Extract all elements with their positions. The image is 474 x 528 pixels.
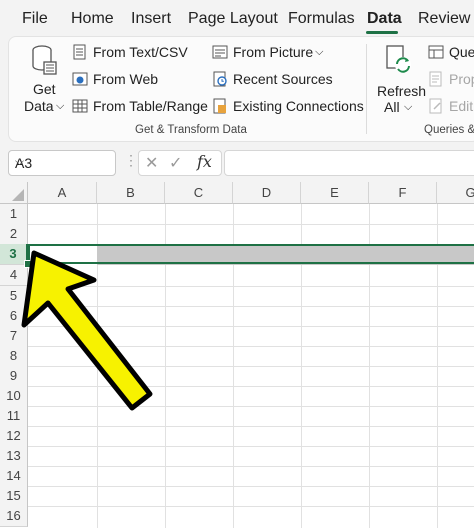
get-transform-group-label: Get & Transform Data: [135, 124, 247, 136]
column-header-e[interactable]: E: [301, 182, 369, 204]
existing-connections-label: Existing Connections: [233, 98, 364, 114]
get-data-label-2: Data: [24, 98, 54, 114]
picture-icon: [212, 45, 228, 59]
row-header-16[interactable]: 16: [0, 506, 28, 527]
formula-buttons: ✕ ✓ fx: [138, 150, 222, 176]
gridline: [28, 486, 474, 487]
column-header-g[interactable]: G: [437, 182, 474, 204]
gridline: [28, 466, 474, 467]
row-header-13[interactable]: 13: [0, 446, 28, 467]
tab-home[interactable]: Home: [71, 10, 114, 28]
cancel-icon[interactable]: ✕: [145, 153, 158, 173]
queries-connections-button[interactable]: Que: [428, 44, 474, 60]
recent-sources-icon: [213, 71, 227, 87]
edit-links-button[interactable]: Edit: [428, 98, 473, 114]
ribbon-tabs: File Home Insert Page Layout Formulas Da…: [0, 0, 474, 36]
formula-input[interactable]: [224, 150, 474, 176]
refresh-all-button[interactable]: Refresh All ⌵: [374, 42, 427, 116]
active-tab-indicator: [366, 31, 398, 34]
formula-bar-grip[interactable]: ⋮: [124, 152, 138, 169]
from-text-csv-label: From Text/CSV: [93, 44, 188, 60]
from-table-range-button[interactable]: From Table/Range: [72, 98, 208, 114]
ribbon-group-separator: [366, 44, 367, 134]
from-text-csv-button[interactable]: From Text/CSV: [72, 44, 188, 60]
existing-connections-icon: [213, 98, 226, 114]
column-header-f[interactable]: F: [369, 182, 437, 204]
enter-icon[interactable]: ✓: [169, 153, 182, 173]
text-file-icon: [73, 44, 86, 60]
formula-bar: A3 ⌵ ⋮ ✕ ✓ fx: [0, 146, 474, 178]
from-table-range-label: From Table/Range: [93, 98, 208, 114]
tab-formulas[interactable]: Formulas: [288, 10, 355, 28]
recent-sources-label: Recent Sources: [233, 71, 333, 87]
chevron-down-icon: ⌵: [404, 101, 413, 113]
gridline: [28, 446, 474, 447]
gridline: [28, 506, 474, 507]
database-icon: [32, 45, 57, 75]
edit-links-icon: [429, 98, 442, 114]
name-box[interactable]: A3 ⌵: [8, 150, 116, 176]
existing-connections-button[interactable]: Existing Connections: [212, 98, 364, 114]
properties-button[interactable]: Prop: [428, 71, 474, 87]
from-web-label: From Web: [93, 71, 159, 87]
tab-page-layout[interactable]: Page Layout: [188, 10, 278, 28]
get-data-label-1: Get: [33, 81, 56, 97]
column-header-d[interactable]: D: [233, 182, 301, 204]
web-icon: [72, 72, 88, 86]
row-header-12[interactable]: 12: [0, 426, 28, 447]
queries-label: Que: [449, 44, 474, 60]
from-picture-button[interactable]: From Picture ⌵: [212, 44, 323, 60]
chevron-down-icon: ⌵: [315, 45, 324, 58]
from-web-button[interactable]: From Web: [72, 71, 158, 87]
refresh-label-2: All: [384, 99, 400, 115]
tab-review[interactable]: Review: [418, 10, 470, 28]
queries-group-label: Queries &: [424, 124, 474, 136]
row-header-14[interactable]: 14: [0, 466, 28, 487]
from-picture-label: From Picture: [233, 44, 314, 60]
yellow-arrow-icon: [21, 250, 153, 411]
refresh-icon: [386, 45, 411, 73]
insert-function-icon[interactable]: fx: [197, 152, 212, 171]
properties-label: Prop: [449, 71, 474, 87]
spreadsheet-grid[interactable]: A B C D E F G 1 2 3 4 5 6 7 8 9 10 11 12…: [0, 182, 474, 528]
recent-sources-button[interactable]: Recent Sources: [212, 71, 333, 87]
chevron-down-icon[interactable]: ⌵: [15, 154, 109, 169]
row-header-15[interactable]: 15: [0, 486, 28, 507]
queries-icon: [428, 45, 444, 59]
edit-links-label: Edit: [449, 98, 474, 114]
tab-file[interactable]: File: [22, 10, 48, 28]
refresh-label-1: Refresh: [377, 83, 427, 99]
gridline: [28, 426, 474, 427]
tab-data[interactable]: Data: [367, 10, 402, 28]
properties-icon: [429, 71, 442, 87]
tab-insert[interactable]: Insert: [131, 10, 171, 28]
table-icon: [72, 99, 88, 113]
get-data-button[interactable]: Get Data ⌵: [20, 42, 64, 116]
chevron-down-icon: ⌵: [56, 100, 65, 112]
